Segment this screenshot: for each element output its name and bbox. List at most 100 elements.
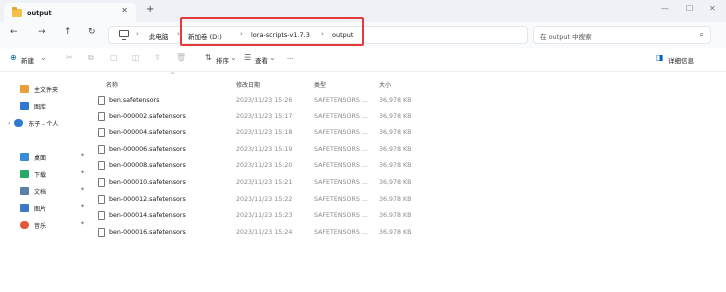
view-button[interactable]: 查看 (255, 55, 268, 65)
file-date: 2023/11/23 15:26 (236, 97, 293, 104)
more-options-button[interactable]: ··· (287, 55, 293, 63)
search-box[interactable]: 在 output 中搜索 ⌕ (533, 26, 711, 44)
download-icon (20, 170, 29, 178)
sidebar-item-home[interactable]: 主文件夹 (20, 82, 58, 96)
pin-icon[interactable]: ✦ (80, 186, 85, 193)
new-button[interactable]: 新建 (21, 55, 34, 65)
minimize-button[interactable]: — (661, 4, 669, 13)
onedrive-icon (14, 119, 24, 127)
file-date: 2023/11/23 15:18 (236, 129, 293, 136)
desktop-icon (20, 153, 29, 161)
file-date: 2023/11/23 15:17 (236, 113, 293, 120)
file-icon (98, 96, 105, 105)
file-name: ben-000008.safetensors (109, 162, 186, 169)
file-icon (98, 145, 105, 154)
file-size: 36,978 KB (379, 146, 412, 153)
sort-button[interactable]: 排序 (216, 55, 229, 65)
new-tab-button[interactable]: + (146, 4, 154, 15)
file-row[interactable]: ben-000008.safetensors 2023/11/23 15:20 … (92, 159, 726, 175)
file-row[interactable]: ben-000012.safetensors 2023/11/23 15:22 … (92, 193, 726, 209)
navigation-pane: 主文件夹 图库 › 东子 - 个人 桌面 ✦ 下载 ✦ 文档 ✦ 图片 ✦ 音乐… (0, 72, 92, 292)
forward-icon[interactable]: → (38, 27, 46, 37)
chevron-down-icon[interactable]: ⌄ (269, 53, 276, 62)
column-header-name[interactable]: 名称 (106, 80, 118, 89)
file-icon (98, 112, 105, 121)
music-icon (20, 221, 29, 229)
share-icon[interactable]: ⇪ (154, 53, 161, 62)
chevron-right-icon[interactable]: › (8, 120, 10, 127)
maximize-button[interactable]: ☐ (686, 4, 693, 13)
file-type: SAFETENSORS ... (314, 113, 368, 120)
file-date: 2023/11/23 15:23 (236, 212, 293, 219)
sidebar-item-music[interactable]: 音乐 (20, 218, 46, 232)
file-row[interactable]: ben-000002.safetensors 2023/11/23 15:17 … (92, 110, 726, 126)
file-row[interactable]: ben-000004.safetensors 2023/11/23 15:18 … (92, 126, 726, 142)
sidebar-item-label: 下载 (34, 171, 47, 179)
file-type: SAFETENSORS ... (314, 146, 368, 153)
sidebar-item-label: 主文件夹 (34, 86, 59, 94)
sidebar-item-label: 文档 (34, 188, 47, 196)
tab-output[interactable]: output ✕ (4, 3, 136, 22)
file-size: 36,978 KB (379, 113, 412, 120)
file-row[interactable]: ben-000016.safetensors 2023/11/23 15:24 … (92, 226, 726, 242)
close-window-button[interactable]: ✕ (709, 4, 716, 13)
file-name: ben-000004.safetensors (109, 129, 186, 136)
file-row[interactable]: ben-000006.safetensors 2023/11/23 15:19 … (92, 143, 726, 159)
pin-icon[interactable]: ✦ (80, 220, 85, 227)
home-icon (20, 85, 29, 93)
tab-title: output (27, 8, 52, 17)
file-icon (98, 161, 105, 170)
file-name: ben-000002.safetensors (109, 113, 186, 120)
sidebar-item-documents[interactable]: 文档 (20, 184, 46, 198)
file-type: SAFETENSORS ... (314, 162, 368, 169)
pin-icon[interactable]: ✦ (80, 169, 85, 176)
pictures-icon (20, 204, 29, 212)
file-type: SAFETENSORS ... (314, 212, 368, 219)
file-row[interactable]: ben.safetensors 2023/11/23 15:26 SAFETEN… (92, 94, 726, 110)
refresh-icon[interactable]: ↻ (88, 27, 96, 37)
file-type: SAFETENSORS ... (314, 229, 368, 236)
sidebar-item-label: 桌面 (34, 154, 47, 162)
file-row[interactable]: ben-000014.safetensors 2023/11/23 15:23 … (92, 209, 726, 225)
new-icon: ⊕ (10, 53, 17, 62)
copy-icon[interactable]: ⧉ (88, 53, 94, 63)
details-button[interactable]: 详细信息 (668, 55, 694, 65)
breadcrumb-this-pc[interactable]: 此电脑 (149, 31, 169, 41)
rename-icon[interactable]: ◫ (132, 53, 140, 62)
sidebar-item-pictures[interactable]: 图片 (20, 201, 46, 215)
back-icon[interactable]: ← (10, 27, 18, 37)
computer-icon (119, 30, 129, 40)
paste-icon[interactable]: ▢ (110, 53, 118, 62)
sidebar-item-onedrive[interactable]: › 东子 - 个人 (8, 116, 58, 130)
sort-icon: ⇅ (205, 53, 212, 62)
sidebar-item-downloads[interactable]: 下载 (20, 167, 46, 181)
tab-close-icon[interactable]: ✕ (121, 6, 128, 15)
file-name: ben-000014.safetensors (109, 212, 186, 219)
delete-icon[interactable]: 🗑 (176, 53, 186, 62)
file-type: SAFETENSORS ... (314, 179, 368, 186)
file-size: 36,978 KB (379, 129, 412, 136)
pin-icon[interactable]: ✦ (80, 152, 85, 159)
column-header-size[interactable]: 大小 (379, 80, 391, 89)
file-row[interactable]: ben-000010.safetensors 2023/11/23 15:21 … (92, 176, 726, 192)
chevron-down-icon[interactable]: ⌄ (230, 53, 237, 62)
file-name: ben-000012.safetensors (109, 196, 186, 203)
details-pane-icon: ◨ (656, 53, 664, 62)
column-header-type[interactable]: 类型 (314, 80, 326, 89)
column-header-date[interactable]: 修改日期 (236, 80, 260, 89)
file-list: ^ 名称 修改日期 类型 大小 ben.safetensors 2023/11/… (92, 72, 726, 292)
file-size: 36,978 KB (379, 97, 412, 104)
chevron-right-icon[interactable]: › (136, 30, 139, 38)
sidebar-item-desktop[interactable]: 桌面 (20, 150, 46, 164)
file-size: 36,978 KB (379, 212, 412, 219)
pin-icon[interactable]: ✦ (80, 203, 85, 210)
sidebar-item-gallery[interactable]: 图库 (20, 99, 46, 113)
file-date: 2023/11/23 15:22 (236, 196, 293, 203)
chevron-down-icon[interactable]: ⌄ (40, 53, 47, 62)
cut-icon[interactable]: ✂ (66, 53, 73, 62)
view-icon: ☰ (244, 53, 252, 62)
file-size: 36,978 KB (379, 162, 412, 169)
up-icon[interactable]: ↑ (64, 27, 72, 37)
search-input[interactable]: 在 output 中搜索 (540, 31, 592, 41)
highlight-annotation-box (180, 17, 364, 46)
